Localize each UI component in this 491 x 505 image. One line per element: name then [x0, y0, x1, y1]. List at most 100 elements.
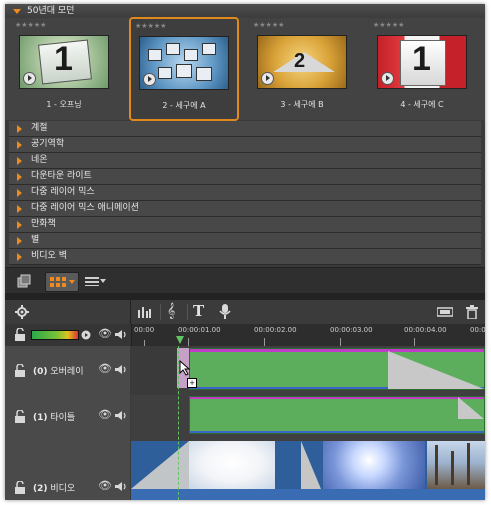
- rating-stars-icon[interactable]: ★★★★★: [15, 21, 46, 29]
- eye-icon[interactable]: 👁: [98, 408, 112, 421]
- play-icon[interactable]: [261, 72, 274, 85]
- theme-thumbnails: ★★★★★ 1 1 - 오프닝 ★★★★★ 2 - 세구에 A ★★★★★ 2 …: [5, 17, 485, 121]
- settings-icon[interactable]: [15, 305, 29, 319]
- collapse-arrow-icon[interactable]: [13, 9, 21, 14]
- expand-arrow-icon[interactable]: [17, 253, 22, 261]
- play-icon[interactable]: [23, 72, 36, 85]
- theme-thumbnail-image: 1: [377, 35, 467, 89]
- library-view-bar: [5, 267, 485, 294]
- track-name[interactable]: (2) 비디오: [33, 481, 75, 494]
- transition-wedge[interactable]: [301, 441, 321, 489]
- speaker-icon[interactable]: [115, 410, 127, 421]
- category-item[interactable]: 다중 레이어 믹스 애니메이션: [9, 201, 481, 217]
- mute-toggle-icon[interactable]: [81, 330, 91, 340]
- playhead-line[interactable]: [178, 346, 179, 500]
- theme-category-list: 계절 공기역학 네온 다운타운 라이트 다중 레이어 믹스 다중 레이어 믹스 …: [9, 121, 481, 265]
- expand-arrow-icon[interactable]: [17, 237, 22, 245]
- list-view-button[interactable]: [81, 272, 109, 290]
- theme-thumbnail-image: 1: [19, 35, 109, 89]
- theme-group-title: 50년대 모던: [27, 6, 75, 16]
- rating-stars-icon[interactable]: ★★★★★: [253, 21, 284, 29]
- category-item[interactable]: 계절: [9, 121, 481, 137]
- video-clip-thumbnail[interactable]: [189, 441, 275, 489]
- title-icon[interactable]: T: [193, 302, 204, 320]
- app-window: 50년대 모던 ★★★★★ 1 1 - 오프닝 ★★★★★ 2 - 세구에 A …: [5, 4, 485, 500]
- play-icon[interactable]: [381, 72, 394, 85]
- lock-icon[interactable]: [15, 364, 25, 377]
- lock-icon[interactable]: [15, 481, 25, 494]
- video-clip-thumbnail[interactable]: [323, 441, 425, 489]
- track-video: (2) 비디오 👁: [5, 441, 485, 500]
- eye-icon[interactable]: 👁: [98, 362, 112, 375]
- lock-icon[interactable]: [15, 410, 25, 423]
- track-header: (0) 오버레이 👁: [5, 346, 130, 397]
- fade-transition[interactable]: [388, 351, 484, 389]
- video-clip-thumbnail[interactable]: [427, 441, 485, 489]
- expand-arrow-icon[interactable]: [17, 141, 22, 149]
- category-item[interactable]: 네온: [9, 153, 481, 169]
- theme-tile-2-selected[interactable]: ★★★★★ 2 - 세구에 A: [129, 17, 239, 121]
- dropdown-arrow-icon: [69, 280, 75, 284]
- eye-icon[interactable]: 👁: [98, 479, 112, 492]
- category-item[interactable]: 공기역학: [9, 137, 481, 153]
- category-item[interactable]: 다중 레이어 믹스: [9, 185, 481, 201]
- audio-mixer-icon[interactable]: [137, 306, 151, 318]
- music-note-icon[interactable]: 𝄞: [167, 303, 175, 319]
- time-ruler[interactable]: 00:00 00:00:01.00 00:00:02.00 00:00:03.0…: [131, 324, 485, 346]
- overlay-clip[interactable]: [189, 348, 485, 390]
- theme-label: 2 - 세구에 A: [162, 101, 206, 110]
- list-view-icon: [85, 277, 99, 286]
- thumbnail-view-button[interactable]: [45, 272, 79, 292]
- title-clip[interactable]: [189, 396, 485, 434]
- expand-arrow-icon[interactable]: [17, 173, 22, 181]
- dropdown-arrow-icon: [100, 279, 106, 283]
- panel-divider[interactable]: [5, 293, 485, 300]
- rating-stars-icon[interactable]: ★★★★★: [373, 21, 404, 29]
- expand-arrow-icon[interactable]: [17, 189, 22, 197]
- track-name[interactable]: (0) 오버레이: [33, 364, 84, 377]
- track-body[interactable]: [131, 396, 485, 442]
- storyboard-icon[interactable]: [437, 306, 453, 318]
- theme-thumbnail-image: [139, 36, 229, 90]
- trash-icon[interactable]: [466, 305, 478, 319]
- theme-tile-3[interactable]: ★★★★★ 2 3 - 세구에 B: [249, 18, 355, 118]
- ruler-tick-label: 00:00:01.00: [178, 326, 221, 334]
- theme-label: 3 - 세구에 B: [280, 100, 324, 109]
- track-body[interactable]: +: [131, 346, 485, 397]
- expand-arrow-icon[interactable]: [17, 157, 22, 165]
- ruler-tick-label: 00:00:02.00: [254, 326, 297, 334]
- timeline-ruler-row: 👁 00:00 00:00:01.00 00:00:02.00 00:00:03…: [5, 324, 485, 346]
- ruler-tick-label: 00:00:03.00: [330, 326, 373, 334]
- track-body[interactable]: [131, 441, 485, 500]
- theme-tile-1[interactable]: ★★★★★ 1 1 - 오프닝: [11, 18, 117, 118]
- expand-arrow-icon[interactable]: [17, 221, 22, 229]
- play-icon[interactable]: [143, 73, 156, 86]
- theme-tile-4[interactable]: ★★★★★ 1 4 - 세구에 C: [369, 18, 475, 118]
- timeline-toolbar: 𝄞 T: [5, 300, 485, 324]
- expand-arrow-icon[interactable]: [17, 205, 22, 213]
- audio-level-meter: [31, 330, 79, 340]
- category-item[interactable]: 만화책: [9, 217, 481, 233]
- expand-arrow-icon[interactable]: [17, 125, 22, 133]
- microphone-icon[interactable]: [219, 304, 231, 320]
- rating-stars-icon[interactable]: ★★★★★: [135, 22, 166, 30]
- track-name[interactable]: (1) 타이틀: [33, 410, 75, 423]
- eye-icon[interactable]: 👁: [98, 327, 112, 340]
- theme-label: 4 - 세구에 C: [400, 100, 444, 109]
- speaker-icon[interactable]: [115, 329, 127, 340]
- speaker-icon[interactable]: [115, 364, 127, 375]
- cursor-icon: [179, 360, 191, 376]
- category-item[interactable]: 다운타운 라이트: [9, 169, 481, 185]
- storyboard-icon[interactable]: [17, 274, 31, 288]
- category-item[interactable]: 별: [9, 233, 481, 249]
- track-header: (1) 타이틀 👁: [5, 396, 130, 442]
- theme-thumbnail-image: 2: [257, 35, 347, 89]
- speaker-icon[interactable]: [115, 481, 127, 492]
- add-clip-icon: +: [187, 378, 197, 388]
- fade-transition[interactable]: [458, 397, 484, 419]
- theme-group-header[interactable]: 50년대 모던: [5, 4, 485, 18]
- lock-icon[interactable]: [15, 328, 25, 341]
- playhead-marker-icon[interactable]: [176, 336, 184, 344]
- category-item[interactable]: 비디오 벽: [9, 249, 481, 265]
- ruler-tick-label: 00:00:04.00: [404, 326, 447, 334]
